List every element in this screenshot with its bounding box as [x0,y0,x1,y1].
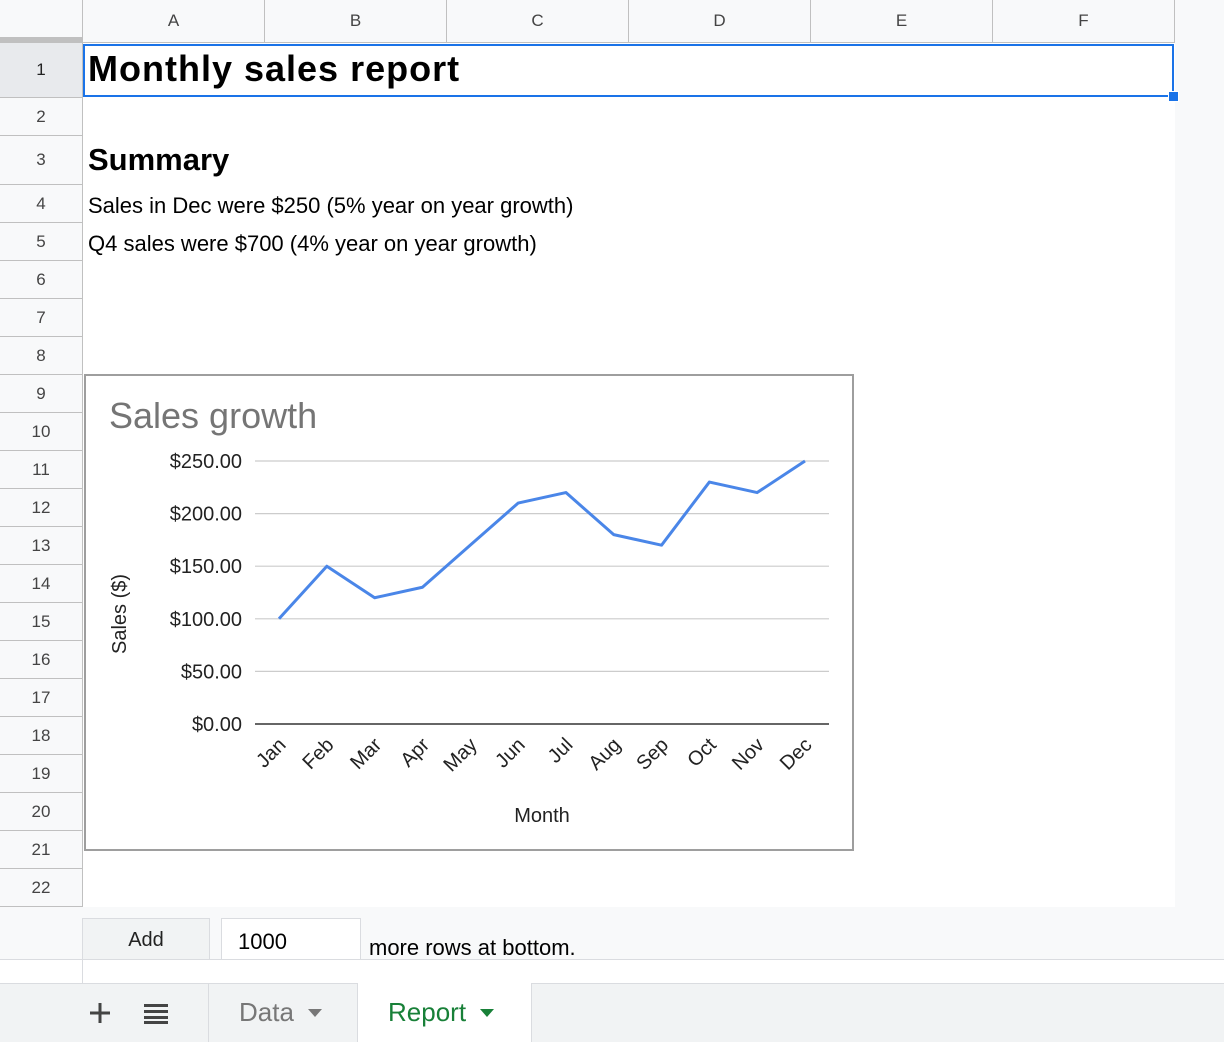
row-header-19[interactable]: 19 [0,755,83,793]
row-header-10[interactable]: 10 [0,413,83,451]
column-header-c[interactable]: C [447,0,629,43]
select-all-corner[interactable] [0,0,83,43]
x-tick-label: Nov [728,734,769,775]
row-header-17[interactable]: 17 [0,679,83,717]
cell-a4[interactable]: Sales in Dec were $250 (5% year on year … [88,193,573,219]
row-header-18[interactable]: 18 [0,717,83,755]
row-header-1[interactable]: 1 [0,43,83,98]
x-tick-label: Oct [683,734,721,772]
y-tick-label: $200.00 [170,504,242,526]
x-tick-label: Sep [632,734,673,775]
row-header-5[interactable]: 5 [0,223,83,261]
menu-list-icon[interactable] [140,983,172,1042]
more-rows-label: more rows at bottom. [369,935,576,960]
x-tick-label: Jun [491,734,529,772]
row-header-11[interactable]: 11 [0,451,83,489]
tab-report-label: Report [388,997,467,1027]
x-tick-label: Mar [346,734,386,774]
row-header-12[interactable]: 12 [0,489,83,527]
sales-line-series [277,459,806,620]
row-header-7[interactable]: 7 [0,299,83,337]
row-header-15[interactable]: 15 [0,603,83,641]
sheet-tab-bar [0,983,1224,1042]
row-header-21[interactable]: 21 [0,831,83,869]
y-tick-label: $150.00 [170,556,242,578]
right-gutter [1175,0,1224,907]
plus-icon[interactable] [82,983,118,1042]
row-header-20[interactable]: 20 [0,793,83,831]
row-header-6[interactable]: 6 [0,261,83,299]
row-header-16[interactable]: 16 [0,641,83,679]
tab-data-dropdown-icon[interactable] [307,1008,322,1017]
x-tick-label: Aug [585,734,626,775]
row-header-3[interactable]: 3 [0,136,83,185]
cell-a3-summary-heading[interactable]: Summary [88,142,229,178]
sales-growth-chart[interactable]: Sales growth $0.00 $50.00 $100.00 $150.00 $20… [84,374,854,851]
column-header-a[interactable]: A [83,0,265,43]
chart-title: Sales growth [109,395,317,436]
cell-a1-title[interactable]: Monthly sales report [88,48,460,90]
add-rows-button[interactable]: Add [82,918,210,962]
tab-data-label: Data [239,997,294,1027]
row-header-2[interactable]: 2 [0,98,83,136]
y-tick-label: $50.00 [181,661,242,683]
tab-report[interactable]: Report [357,983,532,1042]
row-header-13[interactable]: 13 [0,527,83,565]
column-header-d[interactable]: D [629,0,811,43]
tab-data[interactable]: Data [208,983,356,1042]
x-tick-label: May [440,734,482,776]
y-tick-label: $0.00 [192,714,242,736]
tab-report-dropdown-icon[interactable] [480,1008,495,1017]
column-header-b[interactable]: B [265,0,447,43]
x-tick-label: Feb [298,734,338,774]
cell-a5[interactable]: Q4 sales were $700 (4% year on year grow… [88,231,537,257]
column-header-f[interactable]: F [993,0,1175,43]
column-header-e[interactable]: E [811,0,993,43]
y-axis-title: Sales ($) [109,574,131,654]
row-header-4[interactable]: 4 [0,185,83,223]
x-tick-label: Apr [396,734,434,772]
fill-handle[interactable] [1168,91,1179,102]
spacer-band [0,959,1224,984]
y-tick-label: $250.00 [170,451,242,473]
x-tick-label: Jul [544,734,578,768]
row-header-8[interactable]: 8 [0,337,83,375]
x-tick-label: Dec [776,734,817,775]
x-tick-label: Jan [252,734,290,772]
x-axis-title: Month [514,805,570,827]
row-header-22[interactable]: 22 [0,869,83,907]
row-header-9[interactable]: 9 [0,375,83,413]
y-tick-label: $100.00 [170,609,242,631]
row-header-14[interactable]: 14 [0,565,83,603]
